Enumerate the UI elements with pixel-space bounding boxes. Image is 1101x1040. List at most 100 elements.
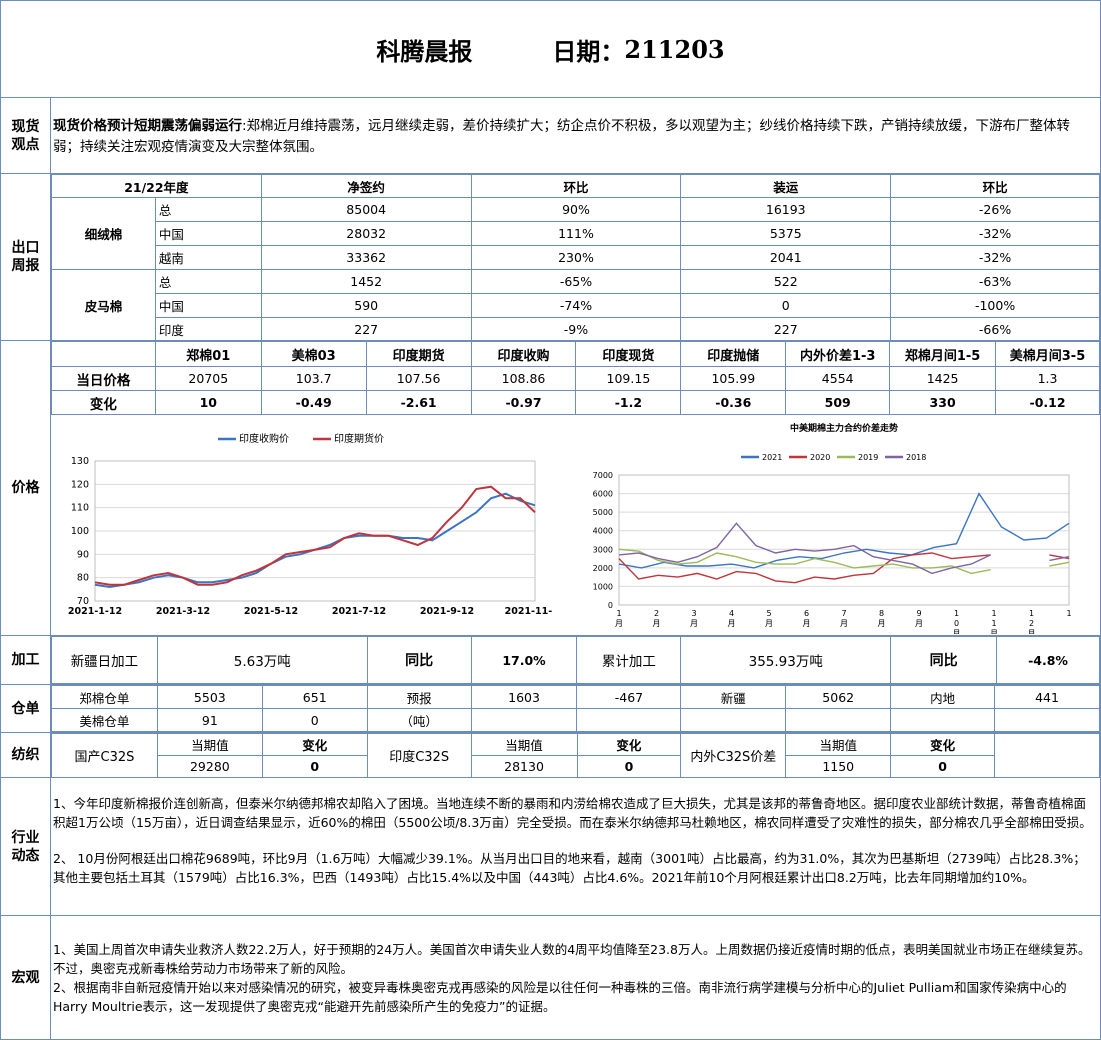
price-value: 4554	[785, 366, 891, 391]
x-tick-label: 2021-7-12	[332, 606, 386, 617]
export-region: 中国	[154, 293, 262, 318]
section-label-spot: 现货 观点	[1, 98, 51, 173]
zm-receipt-v2: 651	[261, 685, 368, 709]
y-tick-label: 130	[71, 456, 89, 467]
y-tick-label: 80	[77, 573, 89, 584]
zm-receipt-v1: 5503	[156, 685, 263, 709]
cumulative-yoy-label: 同比	[890, 636, 998, 684]
xinjiang-value: 5062	[785, 685, 892, 709]
y-tick-label: 3000	[593, 545, 613, 554]
price-header: 美棉月间3-5	[995, 341, 1100, 367]
price-header: 印度期货	[365, 341, 472, 367]
x-tick-label: 1月	[615, 609, 623, 628]
y-tick-label: 0	[608, 601, 613, 610]
export-region: 越南	[154, 245, 262, 270]
x-tick-label: 6月	[803, 609, 811, 628]
x-tick-label: 10月	[953, 609, 961, 634]
x-tick-label: 8月	[878, 609, 886, 628]
diff-cur-label: 当期值	[785, 733, 892, 756]
us-receipt-v2: 0	[261, 708, 368, 732]
macro-row: 宏观 1、美国上周首次申请失业救济人数22.2万人，好于预期的24万人。美国首次…	[1, 916, 1100, 1039]
price-change: -1.2	[575, 390, 682, 415]
diff-cur-value: 1150	[785, 755, 892, 778]
x-tick-label: 11月	[990, 609, 998, 634]
xinjiang-label: 新疆	[680, 685, 787, 709]
y-tick-label: 4000	[593, 527, 613, 536]
price-change: 10	[154, 390, 262, 415]
spot-view-lead: 现货价格预计短期震荡偏弱运行	[53, 118, 242, 134]
price-change: 330	[889, 390, 997, 415]
brand-title: 科腾晨报	[376, 37, 473, 66]
price-header: 郑棉月间1-5	[889, 341, 997, 367]
in-cur-label: 当期值	[470, 733, 578, 756]
price-value: 105.99	[680, 366, 787, 391]
price-header: 印度抛储	[680, 341, 787, 367]
export-group-name: 细绒棉	[51, 197, 156, 270]
export-region: 总	[154, 269, 262, 294]
export-header-mom-2: 环比	[890, 174, 1100, 198]
processing-row: 加工 新疆日加工 5.63万吨 同比 17.0% 累计加工 355.93万吨 同…	[1, 636, 1100, 685]
export-row: 越南 33362 230% 2041 -32%	[52, 245, 1100, 270]
in-chg-label: 变化	[576, 733, 682, 756]
y-tick-label: 5000	[593, 508, 613, 517]
export-cell: -32%	[890, 245, 1100, 270]
section-label-industry: 行业 动态	[1, 778, 51, 915]
cn-cur-label: 当期值	[156, 733, 263, 756]
legend-label: 印度收购价	[239, 432, 289, 445]
x-tick-label: 2021-1-12	[68, 606, 122, 617]
export-header-season: 21/22年度	[51, 174, 262, 198]
section-label-macro: 宏观	[1, 916, 51, 1039]
legend-item: 2021	[741, 453, 782, 462]
export-header-mom: 环比	[470, 174, 682, 198]
export-cell: 1452	[260, 269, 472, 294]
in-c32s-label: 印度C32S	[366, 733, 472, 778]
price-change: -0.12	[995, 390, 1100, 415]
in-chg-value: 0	[576, 755, 682, 778]
export-table: 21/22年度 净签约 环比 装运 环比 细绒棉总 85004 90% 16193 -2…	[51, 174, 1100, 342]
inland-label: 内地	[890, 685, 996, 709]
export-cell: 590	[260, 293, 472, 318]
export-cell: 111%	[470, 221, 682, 246]
cumulative-label: 累计加工	[576, 636, 682, 684]
processing-table: 新疆日加工 5.63万吨 同比 17.0% 累计加工 355.93万吨 同比 -…	[51, 636, 1100, 684]
cumulative-yoy: -4.8%	[996, 636, 1100, 684]
diff-chg-label: 变化	[890, 733, 996, 756]
cn-c32s-label: 国产C32S	[51, 733, 158, 778]
export-header-net-sales: 净签约	[260, 174, 472, 198]
title-row: 科腾晨报 日期： 211203	[1, 1, 1100, 98]
section-label-warehouse: 仓单	[1, 685, 51, 732]
export-row: 细绒棉总 85004 90% 16193 -26%	[51, 197, 1100, 270]
forecast-v2: -467	[576, 685, 682, 709]
y-tick-label: 90	[77, 549, 89, 560]
legend-item: 2020	[789, 453, 830, 462]
price-value: 108.86	[470, 366, 577, 391]
legend-label: 2019	[858, 453, 878, 462]
x-tick-label: 2021-3-12	[156, 606, 210, 617]
legend-label: 2020	[810, 453, 830, 462]
forecast-v1: 1603	[470, 685, 578, 709]
legend-item: 2018	[885, 453, 926, 462]
export-cell: 85004	[260, 197, 472, 222]
section-label-export: 出口 周报	[1, 174, 51, 340]
y-tick-label: 6000	[593, 490, 613, 499]
export-weekly-row: 出口 周报 21/22年度 净签约 环比 装运 环比 细绒棉总 85004 90% 16…	[1, 174, 1100, 342]
y-tick-label: 7000	[593, 471, 613, 480]
export-cell: 2041	[680, 245, 892, 270]
us-receipt-label: 美棉仓单	[51, 708, 158, 732]
export-cell: -63%	[890, 269, 1100, 294]
export-cell: 0	[680, 293, 892, 318]
macro-news-1: 1、美国上周首次申请失业救济人数22.2万人，好于预期的24万人。美国首次申请失…	[53, 942, 1091, 976]
xj-daily-value: 5.63万吨	[156, 636, 368, 684]
xj-daily-label: 新疆日加工	[51, 636, 158, 684]
section-label-process: 加工	[1, 636, 51, 684]
export-cell: 5375	[680, 221, 892, 246]
export-cell: 227	[680, 317, 892, 342]
price-value: 107.56	[365, 366, 472, 391]
price-row-label: 变化	[51, 390, 156, 415]
x-tick-label: 4月	[728, 609, 736, 628]
export-region: 总	[154, 197, 262, 222]
price-change: -0.97	[470, 390, 577, 415]
warehouse-row: 仓单 郑棉仓单 5503 651 预报 1603 -467 新疆 5062 内地…	[1, 685, 1100, 733]
y-tick-label: 2000	[593, 564, 613, 573]
price-header: 印度现货	[575, 341, 682, 367]
